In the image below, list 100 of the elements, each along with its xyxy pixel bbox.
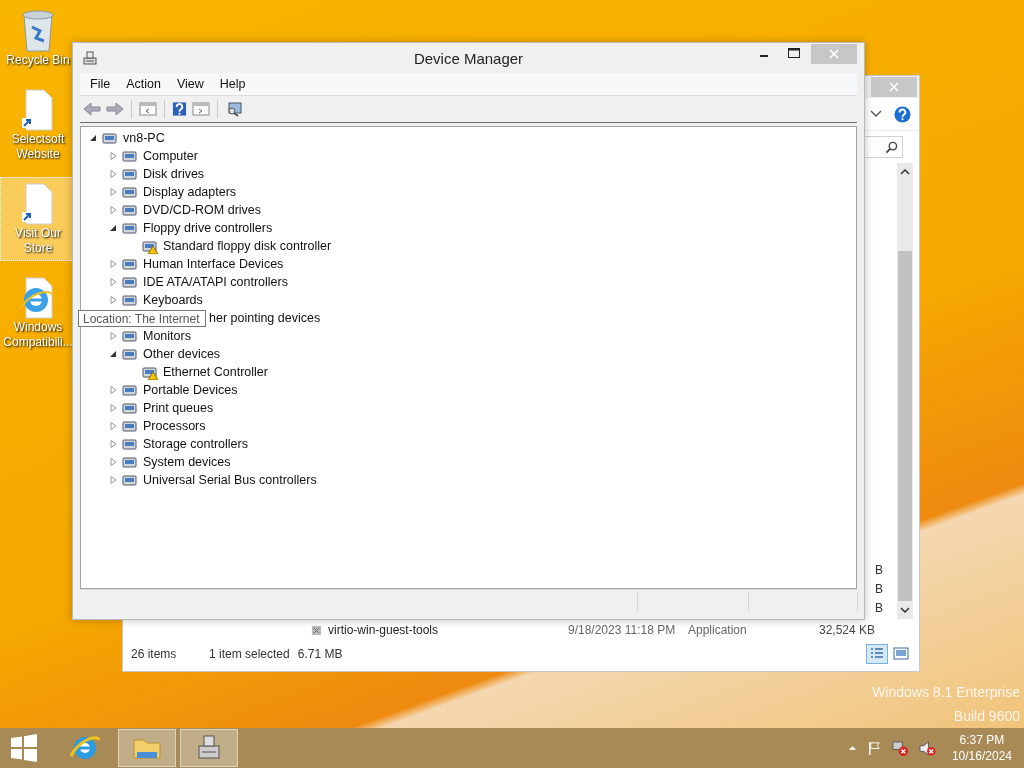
chevron-down-icon[interactable]: [870, 110, 882, 118]
expand-arrow-icon[interactable]: [109, 386, 117, 394]
file-date: 9/18/2023 11:18 PM: [568, 623, 677, 637]
close-icon: [829, 49, 839, 59]
windows-build-text: Windows 8.1 Enterprise: [872, 684, 1020, 700]
windows-build-text: Build 9600: [953, 708, 1020, 724]
device-icon: [121, 292, 139, 308]
file-name: virtio-win-guest-tools: [328, 623, 440, 637]
maximize-icon: [788, 48, 800, 58]
scroll-down-icon[interactable]: [900, 607, 910, 613]
tree-item[interactable]: Ethernet Controller: [163, 365, 268, 379]
expand-arrow-icon[interactable]: [109, 296, 117, 304]
search-icon: [885, 140, 898, 154]
close-icon: [889, 82, 899, 92]
expand-arrow-icon[interactable]: [109, 278, 117, 286]
tree-item[interactable]: Storage controllers: [143, 437, 248, 451]
desktop-icon-label: Windows Compatibili...: [2, 320, 74, 350]
desktop-icon-label: Selectsoft Website: [10, 132, 66, 162]
help-icon[interactable]: [894, 105, 911, 123]
expand-arrow-icon[interactable]: [109, 206, 117, 214]
expand-arrow-icon[interactable]: [109, 152, 117, 160]
device-icon: [121, 256, 139, 272]
tree-item[interactable]: Monitors: [143, 329, 191, 343]
menu-item[interactable]: View: [168, 77, 212, 91]
taskbar-app-button[interactable]: [118, 729, 176, 767]
network-error-icon[interactable]: [891, 739, 909, 757]
device-icon: [121, 472, 139, 488]
scan-hardware-icon[interactable]: [225, 101, 243, 117]
close-button[interactable]: [871, 77, 917, 97]
details-view-icon[interactable]: [867, 645, 887, 663]
show-hidden-icons-icon[interactable]: [847, 745, 857, 751]
expand-arrow-icon[interactable]: [109, 440, 117, 448]
collapse-arrow-icon[interactable]: [109, 350, 117, 358]
expand-arrow-icon[interactable]: [109, 476, 117, 484]
flag-icon[interactable]: [866, 740, 882, 756]
selection-size: 6.71 MB: [297, 647, 343, 661]
tree-item[interactable]: Processors: [143, 419, 206, 433]
device-icon: [121, 382, 139, 398]
device-icon: [121, 454, 139, 470]
device-icon: [121, 184, 139, 200]
tree-item[interactable]: System devices: [143, 455, 231, 469]
expand-arrow-icon[interactable]: [109, 422, 117, 430]
help-icon[interactable]: [172, 101, 187, 117]
tree-item[interactable]: Computer: [143, 149, 198, 163]
scroll-up-icon[interactable]: [900, 169, 910, 175]
device-icon: [121, 202, 139, 218]
tree-item[interactable]: Portable Devices: [143, 383, 238, 397]
scrollbar[interactable]: [897, 163, 913, 619]
desktop-icon-label: Visit Our Store: [14, 226, 62, 256]
tree-item[interactable]: Human Interface Devices: [143, 257, 284, 271]
device-icon: [121, 436, 139, 452]
item-count: 26 items: [131, 647, 178, 661]
expand-arrow-icon[interactable]: [109, 260, 117, 268]
tree-item[interactable]: Print queues: [143, 401, 214, 415]
menu-item[interactable]: File: [82, 77, 119, 91]
file-type: Application: [688, 623, 748, 637]
collapse-arrow-icon[interactable]: [89, 134, 97, 142]
tree-item[interactable]: vn8-PC: [123, 131, 165, 145]
size-cell: B: [875, 563, 883, 577]
device-icon: [101, 130, 119, 146]
expand-arrow-icon[interactable]: [109, 170, 117, 178]
minimize-icon: [760, 55, 768, 57]
action-pane-icon[interactable]: [192, 101, 210, 117]
large-icons-view-icon[interactable]: [891, 645, 911, 663]
collapse-arrow-icon[interactable]: [109, 224, 117, 232]
tree-item[interactable]: Universal Serial Bus controllers: [143, 473, 317, 487]
expand-arrow-icon[interactable]: [109, 332, 117, 340]
tree-item[interactable]: her pointing devices: [209, 311, 321, 325]
expand-arrow-icon[interactable]: [109, 404, 117, 412]
window-title: Device Manager: [413, 49, 524, 67]
size-cell: B: [875, 582, 883, 596]
device-icon: [121, 418, 139, 434]
application-file-icon: [311, 624, 322, 636]
device-icon: [121, 346, 139, 362]
menu-item[interactable]: Action: [118, 77, 169, 91]
menu-item[interactable]: Help: [211, 77, 254, 91]
size-cell: B: [875, 601, 883, 615]
tree-item[interactable]: DVD/CD-ROM drives: [143, 203, 262, 217]
speaker-muted-icon[interactable]: [918, 739, 936, 757]
device-icon: [121, 166, 139, 182]
tree-item[interactable]: Other devices: [143, 347, 221, 361]
expand-arrow-icon[interactable]: [109, 458, 117, 466]
tree-item[interactable]: Disk drives: [143, 167, 205, 181]
expand-arrow-icon[interactable]: [109, 188, 117, 196]
tree-item[interactable]: Floppy drive controllers: [143, 221, 273, 235]
file-size: 32,524 KB: [818, 623, 875, 637]
console-tree-icon[interactable]: [139, 101, 157, 117]
tree-item[interactable]: IDE ATA/ATAPI controllers: [143, 275, 288, 289]
tooltip: Location: The Internet: [78, 310, 206, 327]
back-arrow-icon[interactable]: [83, 102, 101, 116]
device-icon: [121, 220, 139, 236]
forward-arrow-icon[interactable]: [106, 102, 124, 116]
device-icon: [121, 400, 139, 416]
tree-item[interactable]: Display adapters: [143, 185, 237, 199]
taskbar-app-button[interactable]: [180, 729, 238, 767]
tree-item[interactable]: Standard floppy disk controller: [163, 239, 332, 253]
device-icon: [121, 148, 139, 164]
windows-logo-icon: [10, 734, 38, 762]
tree-item[interactable]: Keyboards: [143, 293, 203, 307]
scroll-thumb[interactable]: [898, 251, 912, 601]
